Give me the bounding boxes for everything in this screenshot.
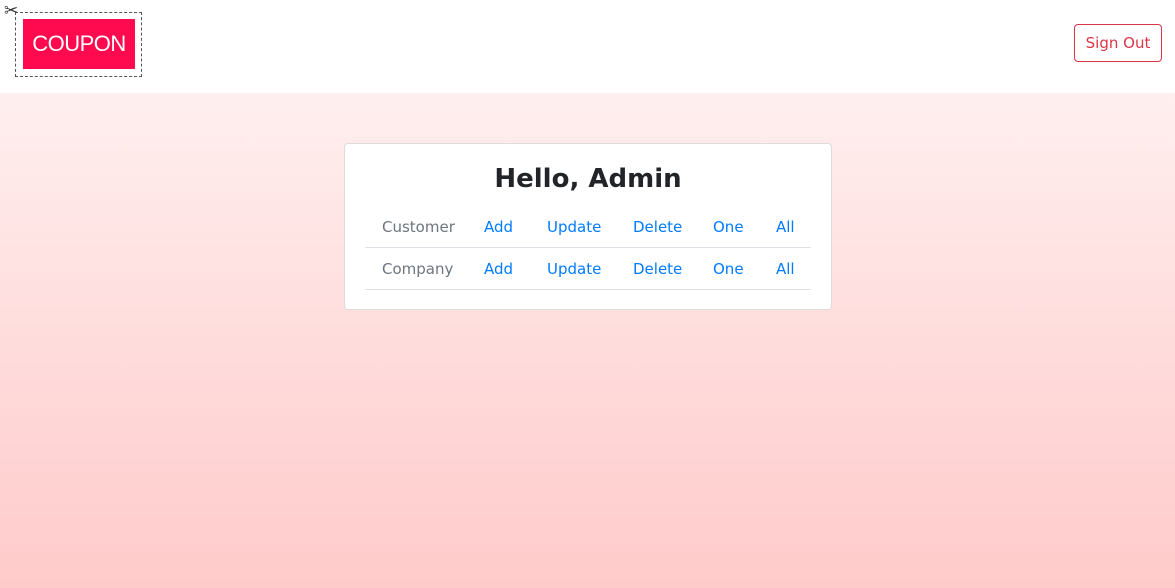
- table-row-customer: Customer Add Update Delete One All: [365, 206, 811, 248]
- customer-all-link[interactable]: All: [776, 206, 795, 248]
- page-title: Hello, Admin: [494, 164, 682, 194]
- customer-add-link[interactable]: Add: [484, 206, 513, 248]
- top-navbar: ✂ COUPON Sign Out: [0, 0, 1175, 93]
- company-delete-link[interactable]: Delete: [633, 248, 682, 290]
- coupon-logo[interactable]: ✂ COUPON: [4, 3, 142, 77]
- row-label-company: Company: [382, 260, 454, 278]
- company-update-link[interactable]: Update: [547, 248, 601, 290]
- admin-card: Hello, Admin Customer Add Update Delete …: [344, 143, 832, 310]
- table-row-company: Company Add Update Delete One All: [365, 248, 811, 290]
- customer-one-link[interactable]: One: [713, 206, 744, 248]
- company-one-link[interactable]: One: [713, 248, 744, 290]
- company-all-link[interactable]: All: [776, 248, 795, 290]
- customer-delete-link[interactable]: Delete: [633, 206, 682, 248]
- company-add-link[interactable]: Add: [484, 248, 513, 290]
- scissors-icon: ✂: [4, 1, 19, 21]
- row-label-customer: Customer: [382, 218, 455, 236]
- customer-update-link[interactable]: Update: [547, 206, 601, 248]
- logo-text: COUPON: [23, 19, 135, 69]
- sign-out-button[interactable]: Sign Out: [1074, 24, 1162, 62]
